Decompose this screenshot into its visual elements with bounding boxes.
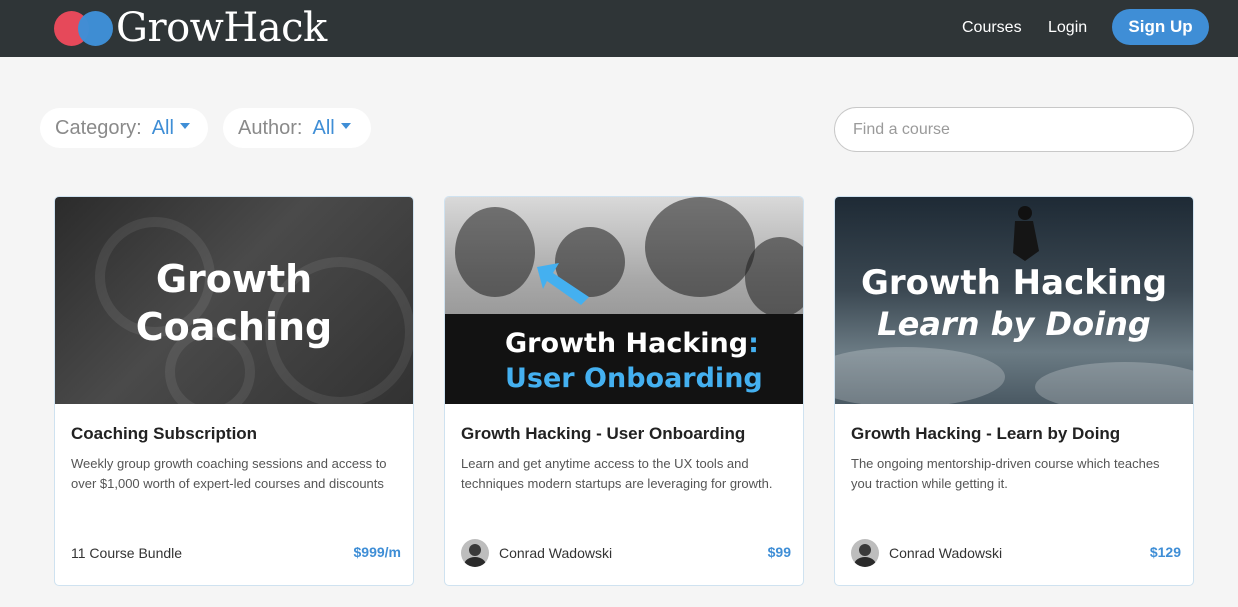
banner-title: Growth Hacking: [505, 328, 759, 359]
author-filter-label: Author: [238, 116, 303, 139]
course-card[interactable]: Growth Hacking: User Onboarding Growth H… [444, 196, 804, 586]
course-author[interactable]: Conrad Wadowski [851, 539, 1002, 567]
category-filter-label: Category: [55, 116, 142, 139]
chevron-down-icon[interactable] [340, 123, 351, 129]
course-title[interactable]: Coaching Subscription [71, 423, 401, 445]
course-card[interactable]: Growth Coaching Coaching Subscription We… [54, 196, 414, 586]
author-avatar [461, 539, 489, 567]
banner-title: Growth Coaching [135, 257, 333, 349]
logo-text: GrowHack [116, 5, 327, 51]
course-price: $999/m [353, 544, 401, 560]
course-description: Learn and get anytime access to the UX t… [461, 456, 773, 491]
chevron-down-icon[interactable] [179, 123, 190, 129]
course-description: The ongoing mentorship-driven course whi… [851, 456, 1160, 491]
category-filter-dropdown[interactable]: Category: All [40, 108, 208, 148]
growhack-logo[interactable]: GrowHack [54, 6, 327, 50]
course-title[interactable]: Growth Hacking - Learn by Doing [851, 423, 1181, 445]
course-card[interactable]: Growth Hacking Learn by Doing Growth Hac… [834, 196, 1194, 586]
arrow-icon [537, 263, 589, 305]
author-filter-value[interactable]: All [312, 117, 334, 140]
logo-circles-icon [54, 9, 114, 47]
course-search-input[interactable] [834, 107, 1194, 152]
nav-login-link[interactable]: Login [1048, 18, 1087, 38]
course-banner-image[interactable]: Growth Hacking: User Onboarding [445, 197, 803, 404]
signup-button[interactable]: Sign Up [1112, 9, 1209, 45]
banner-title: Growth Hacking [860, 263, 1168, 303]
course-title[interactable]: Growth Hacking - User Onboarding [461, 423, 791, 445]
course-author[interactable]: Conrad Wadowski [461, 539, 612, 567]
course-description: Weekly group growth coaching sessions an… [71, 456, 387, 491]
course-banner-image[interactable]: Growth Coaching [55, 197, 413, 404]
nav-courses-link[interactable]: Courses [962, 18, 1022, 38]
banner-subtitle: Learn by Doing [877, 305, 1151, 343]
surfer-silhouette [1013, 206, 1039, 261]
author-filter-dropdown[interactable]: Author: All [223, 108, 371, 148]
category-filter-value[interactable]: All [152, 117, 174, 140]
author-avatar [851, 539, 879, 567]
top-navbar: GrowHack Courses Login Sign Up [0, 0, 1238, 57]
banner-subtitle: User Onboarding [505, 363, 763, 394]
course-price: $129 [1149, 544, 1181, 560]
course-bundle-label: 11 Course Bundle [71, 545, 183, 561]
course-banner-image[interactable]: Growth Hacking Learn by Doing [835, 197, 1193, 404]
course-price: $99 [767, 544, 791, 560]
